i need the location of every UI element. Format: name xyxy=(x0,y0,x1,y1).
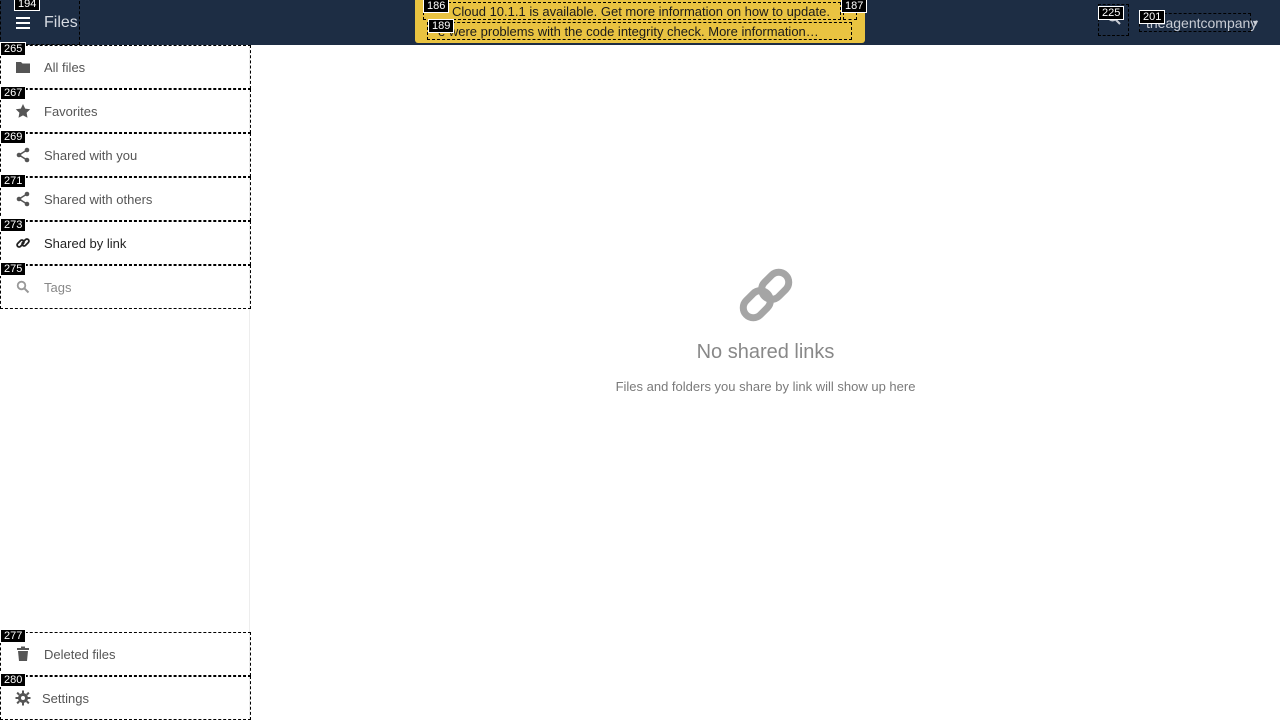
sidebar-item-all-files[interactable]: All files xyxy=(0,45,251,89)
sidebar-item-label: All files xyxy=(44,59,86,75)
top-header: Files 194 Cloud 10.1.1 is available. Get… xyxy=(0,0,1280,45)
element-marker: 187 xyxy=(841,0,868,13)
update-notification[interactable]: Cloud 10.1.1 is available. Get more info… xyxy=(423,2,841,20)
sidebar-item-shared-by-link[interactable]: Shared by link xyxy=(0,221,251,265)
element-marker: 225 xyxy=(1098,6,1125,20)
app-content: No shared links Files and folders you sh… xyxy=(251,45,1280,720)
element-marker: 277 xyxy=(0,629,27,643)
sidebar-item-label: Shared with you xyxy=(44,147,138,163)
user-menu-caret[interactable]: ▼ xyxy=(1251,13,1271,32)
empty-state: No shared links Files and folders you sh… xyxy=(251,263,1280,394)
integrity-notification[interactable]: e were problems with the code integrity … xyxy=(427,22,852,40)
element-marker: 267 xyxy=(0,86,27,100)
share-icon xyxy=(14,190,32,208)
sidebar-item-settings[interactable]: Settings xyxy=(0,676,251,720)
element-marker: 186 xyxy=(423,0,450,13)
sidebar-item-deleted-files[interactable]: Deleted files xyxy=(0,632,251,676)
element-marker: 275 xyxy=(0,262,27,276)
sidebar-item-label: Deleted files xyxy=(44,646,116,662)
sidebar-item-label: Favorites xyxy=(44,103,98,119)
star-icon xyxy=(14,102,32,120)
link-icon xyxy=(14,234,32,252)
element-marker: 201 xyxy=(1139,10,1166,24)
empty-state-description: Files and folders you share by link will… xyxy=(615,379,916,394)
sidebar-item-label: Settings xyxy=(42,690,89,706)
element-marker: 273 xyxy=(0,218,27,232)
element-marker: 189 xyxy=(428,19,455,33)
app-navigation: All files 265 Favorites 267 Shared with … xyxy=(0,42,251,720)
search-icon xyxy=(14,278,32,296)
link-icon xyxy=(734,263,798,327)
hamburger-icon xyxy=(13,13,33,33)
gear-icon xyxy=(14,689,32,707)
share-icon xyxy=(14,146,32,164)
folder-icon xyxy=(14,58,32,76)
sidebar-item-label: Shared with others xyxy=(44,191,153,207)
sidebar-item-shared-with-you[interactable]: Shared with you xyxy=(0,133,251,177)
notification-container: Cloud 10.1.1 is available. Get more info… xyxy=(415,0,865,43)
sidebar-item-shared-with-others[interactable]: Shared with others xyxy=(0,177,251,221)
sidebar-item-label: Shared by link xyxy=(44,235,127,251)
sidebar-item-label: Tags xyxy=(44,279,72,295)
element-marker: 280 xyxy=(0,673,27,687)
sidebar-item-tags[interactable]: Tags xyxy=(0,265,251,309)
trash-icon xyxy=(14,645,32,663)
caret-down-icon: ▼ xyxy=(1251,17,1260,28)
element-marker: 194 xyxy=(14,0,41,11)
sidebar-item-favorites[interactable]: Favorites xyxy=(0,89,251,133)
element-marker: 265 xyxy=(0,42,27,56)
element-marker: 271 xyxy=(0,174,27,188)
empty-state-title: No shared links xyxy=(696,341,835,363)
app-title: Files xyxy=(44,13,78,31)
element-marker: 269 xyxy=(0,130,27,144)
